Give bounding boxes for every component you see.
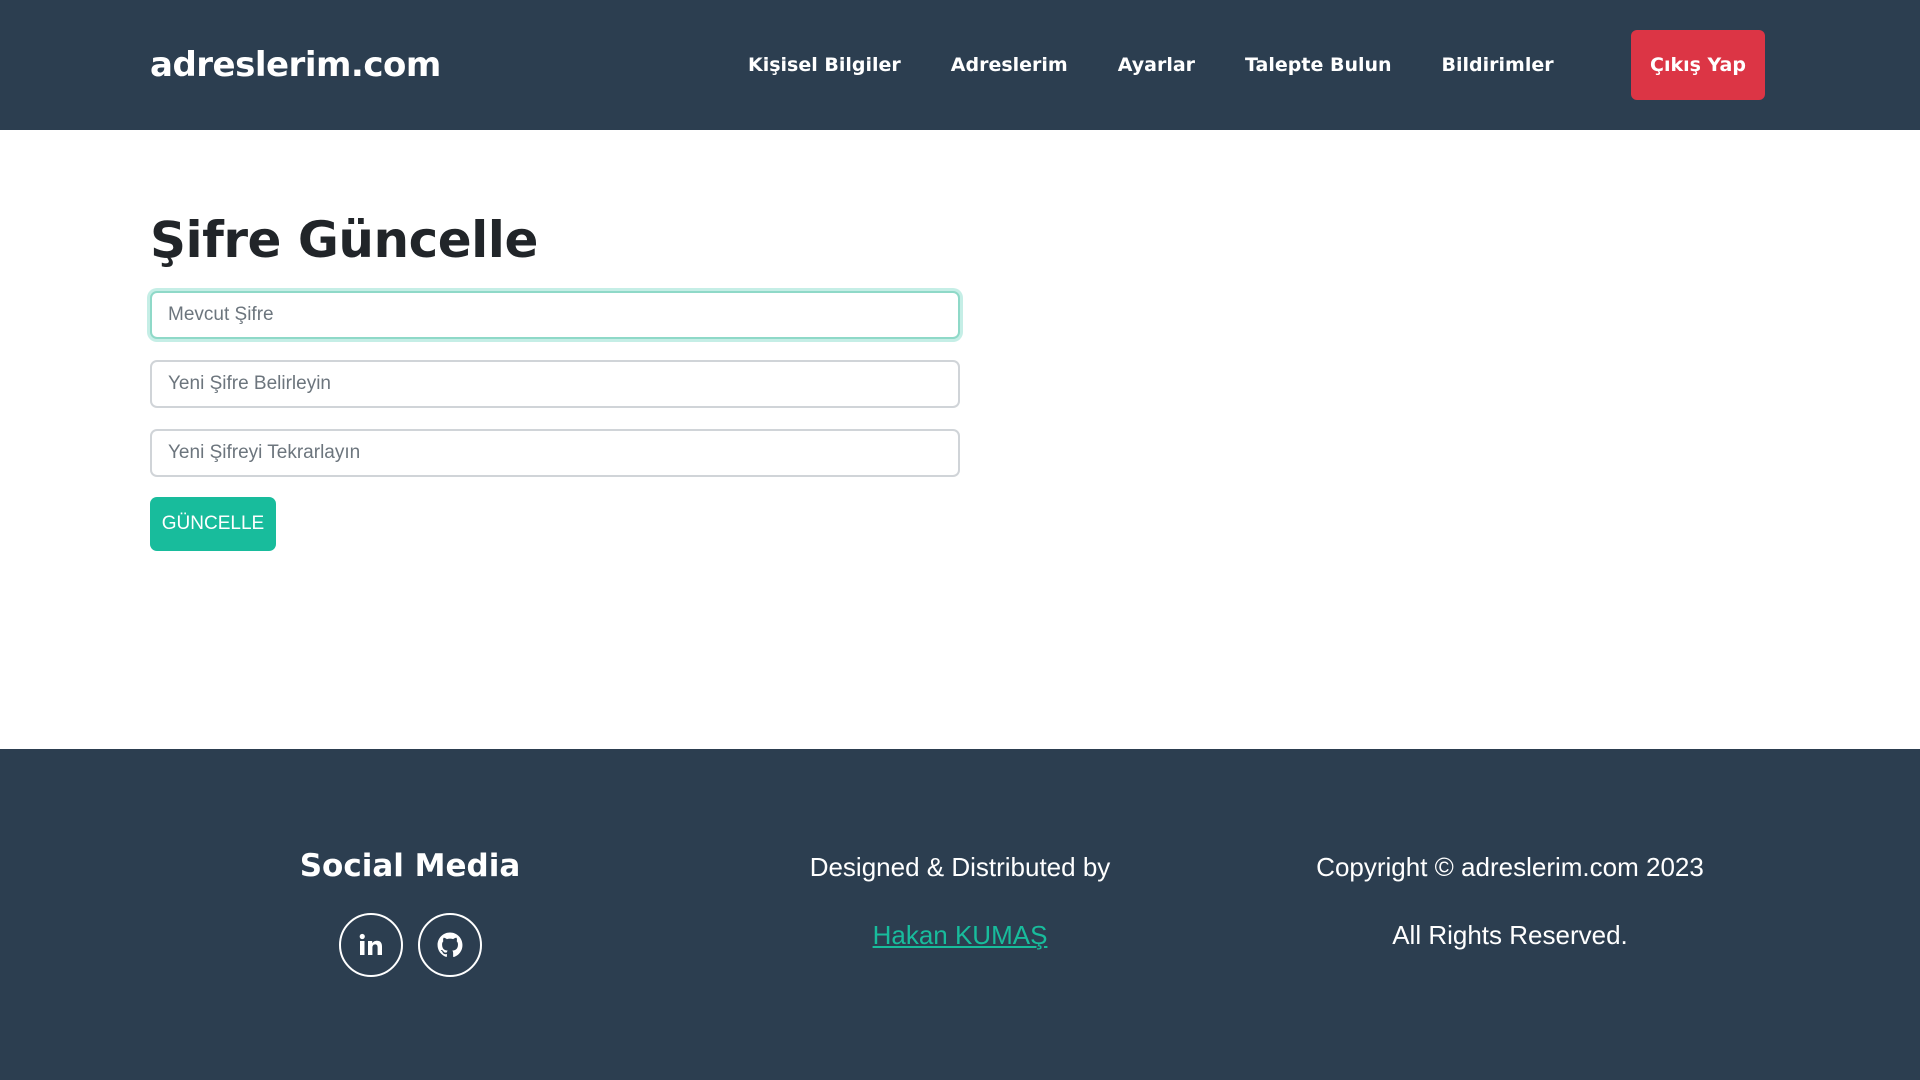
nav-link-notifications[interactable]: Bildirimler	[1442, 47, 1554, 83]
author-link[interactable]: Hakan KUMAŞ	[873, 920, 1048, 950]
footer-credits-section: Designed & Distributed by Hakan KUMAŞ	[760, 749, 1160, 953]
copyright-text: Copyright © adreslerim.com 2023	[1316, 852, 1704, 882]
page-title: Şifre Güncelle	[150, 211, 538, 269]
linkedin-icon	[358, 933, 384, 957]
new-password-input[interactable]	[150, 360, 960, 408]
navbar: adreslerim.com Kişisel Bilgiler Adresler…	[0, 0, 1920, 130]
current-password-input[interactable]	[150, 291, 960, 339]
brand-logo[interactable]: adreslerim.com	[150, 40, 441, 90]
footer-copyright-section: Copyright © adreslerim.com 2023 All Righ…	[1260, 749, 1760, 953]
github-button[interactable]	[417, 913, 482, 977]
footer-social-section: Social Media	[240, 749, 580, 977]
github-icon	[437, 932, 463, 958]
nav-link-settings[interactable]: Ayarlar	[1118, 47, 1195, 83]
logout-button[interactable]: Çıkış Yap	[1631, 30, 1765, 100]
footer: Social Media Designed & Distributed by H…	[0, 749, 1920, 1080]
nav-links: Kişisel Bilgiler Adreslerim Ayarlar Tale…	[748, 47, 1604, 83]
update-button[interactable]: GÜNCELLE	[150, 497, 276, 551]
nav-link-personal-info[interactable]: Kişisel Bilgiler	[748, 47, 901, 83]
nav-link-addresses[interactable]: Adreslerim	[951, 47, 1068, 83]
designed-by-text: Designed & Distributed by	[809, 852, 1111, 882]
nav-link-make-request[interactable]: Talepte Bulun	[1245, 47, 1392, 83]
author-line: Hakan KUMAŞ	[760, 917, 1160, 953]
rights-text: All Rights Reserved.	[1392, 920, 1628, 950]
social-media-title: Social Media	[299, 848, 521, 884]
linkedin-button[interactable]	[338, 913, 403, 977]
social-icons	[240, 913, 580, 977]
repeat-password-input[interactable]	[150, 429, 960, 477]
